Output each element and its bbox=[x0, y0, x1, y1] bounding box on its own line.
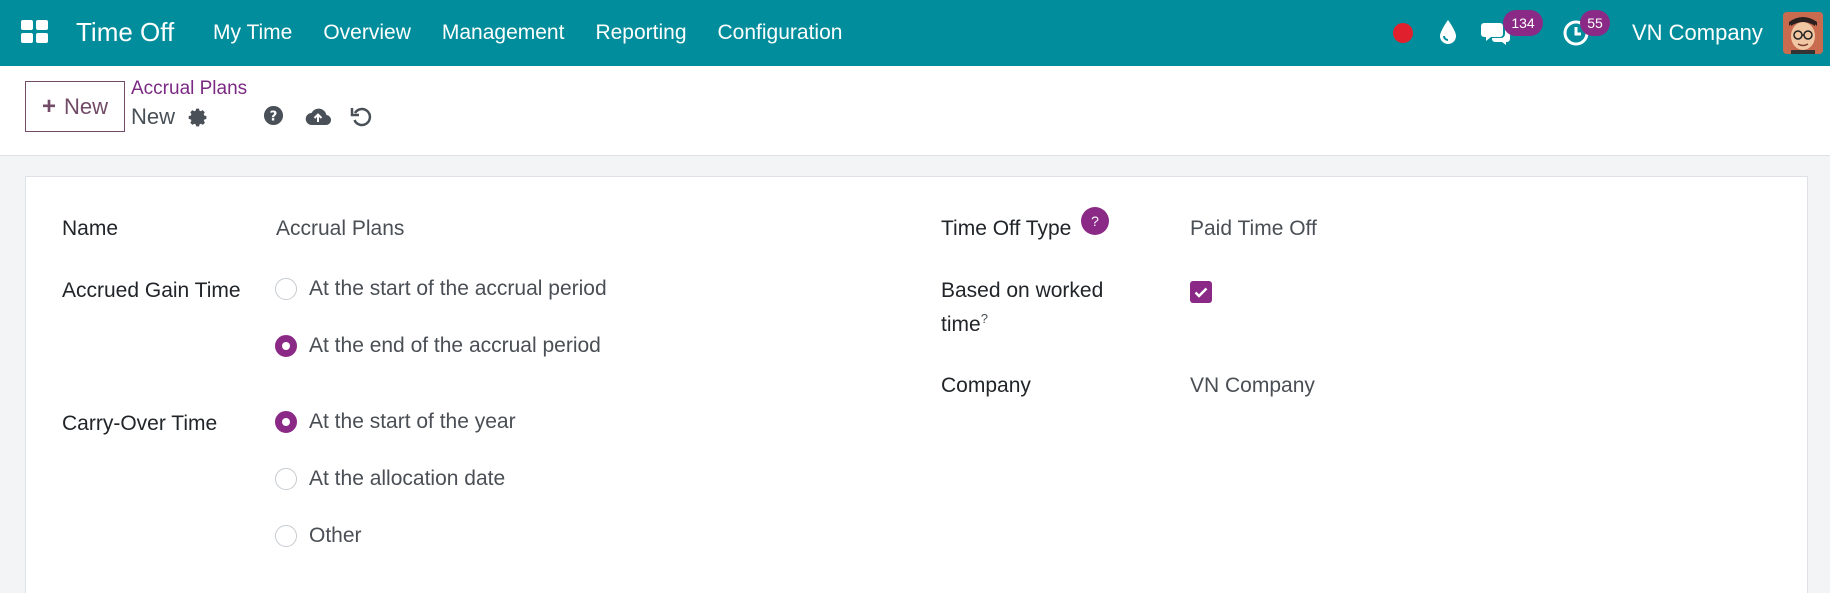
radio-circle-checked bbox=[275, 335, 297, 357]
messages-count-badge: 134 bbox=[1503, 10, 1543, 36]
radio-label: At the start of the year bbox=[309, 410, 516, 433]
menu-item-my-time[interactable]: My Time bbox=[213, 21, 292, 45]
radio-circle bbox=[275, 468, 297, 490]
gear-icon[interactable] bbox=[188, 107, 209, 128]
breadcrumb-accrual-plans[interactable]: Accrual Plans bbox=[131, 78, 247, 100]
top-navbar: Time Off My Time Overview Management Rep… bbox=[0, 0, 1830, 66]
user-avatar[interactable] bbox=[1783, 12, 1823, 54]
radio-label: Other bbox=[309, 524, 362, 547]
discard-undo-icon[interactable] bbox=[350, 105, 372, 127]
name-field[interactable]: Accrual Plans bbox=[276, 215, 404, 243]
time-off-type-help-icon[interactable]: ? bbox=[1081, 207, 1109, 235]
app-title[interactable]: Time Off bbox=[76, 14, 174, 50]
activity-count-badge: 55 bbox=[1580, 10, 1610, 36]
based-on-worked-time-checkbox[interactable] bbox=[1190, 281, 1212, 303]
time-off-type-label: Time Off Type bbox=[941, 217, 1072, 240]
breadcrumb-current: New bbox=[131, 104, 176, 129]
menu-item-management[interactable]: Management bbox=[442, 21, 565, 45]
radio-circle bbox=[275, 278, 297, 300]
company-switcher[interactable]: VN Company bbox=[1632, 19, 1763, 47]
radio-circle bbox=[275, 525, 297, 547]
radio-accrual-start[interactable]: At the start of the accrual period bbox=[275, 277, 607, 301]
control-panel: + New Accrual Plans New ? bbox=[0, 66, 1830, 156]
apps-menu-icon[interactable] bbox=[20, 19, 50, 45]
based-on-worked-line2: time bbox=[941, 313, 981, 336]
svg-text:?: ? bbox=[270, 109, 278, 124]
company-field[interactable]: VN Company bbox=[1190, 372, 1315, 400]
radio-carry-allocation-date[interactable]: At the allocation date bbox=[275, 467, 505, 491]
drop-icon[interactable] bbox=[1438, 19, 1458, 45]
help-icon[interactable]: ? bbox=[263, 105, 284, 126]
time-off-type-field[interactable]: Paid Time Off bbox=[1190, 215, 1317, 243]
menu-item-configuration[interactable]: Configuration bbox=[718, 21, 843, 45]
based-on-worked-time-label: Based on worked time? bbox=[941, 277, 1103, 339]
radio-accrual-end[interactable]: At the end of the accrual period bbox=[275, 334, 601, 358]
carry-over-time-label: Carry-Over Time bbox=[62, 412, 218, 435]
new-button-label: New bbox=[64, 93, 109, 119]
new-button[interactable]: + New bbox=[25, 81, 125, 132]
main-menu: My Time Overview Management Reporting Co… bbox=[213, 0, 873, 66]
menu-item-overview[interactable]: Overview bbox=[323, 21, 411, 45]
accrued-gain-time-label: Accrued Gain Time bbox=[62, 279, 241, 302]
radio-carry-other[interactable]: Other bbox=[275, 524, 362, 548]
based-on-worked-help-icon[interactable]: ? bbox=[981, 311, 988, 326]
plus-icon: + bbox=[41, 92, 56, 120]
recording-indicator-icon[interactable] bbox=[1393, 23, 1413, 43]
radio-label: At the end of the accrual period bbox=[309, 334, 601, 357]
radio-label: At the start of the accrual period bbox=[309, 277, 607, 300]
company-label: Company bbox=[941, 374, 1031, 397]
radio-circle-checked bbox=[275, 411, 297, 433]
name-label: Name bbox=[62, 217, 119, 240]
menu-item-reporting[interactable]: Reporting bbox=[595, 21, 686, 45]
radio-label: At the allocation date bbox=[309, 467, 506, 490]
cloud-upload-icon[interactable] bbox=[305, 106, 332, 126]
based-on-worked-line1: Based on worked bbox=[941, 279, 1104, 302]
radio-carry-start-year[interactable]: At the start of the year bbox=[275, 410, 516, 434]
